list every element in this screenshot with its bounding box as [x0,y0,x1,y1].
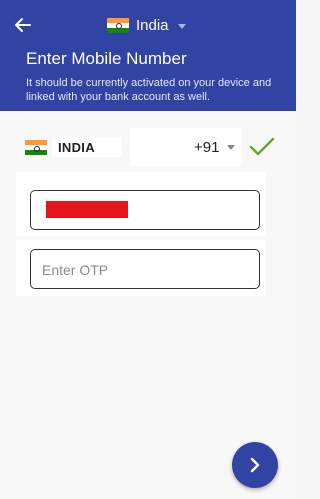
back-button[interactable] [10,12,36,38]
india-flag-icon [107,17,129,33]
page-subtitle: It should be currently activated on your… [26,77,272,103]
otp-placeholder: Enter OTP [42,262,109,278]
dial-code-select[interactable]: +91 [194,137,236,157]
dropdown-caret-icon [227,144,236,150]
redacted-number [46,201,128,218]
country-picker[interactable]: India [107,14,186,36]
dial-code: +91 [194,138,220,156]
country-code-row: INDIA +91 [0,128,296,166]
india-flag-icon [25,140,47,155]
otp-input[interactable]: Enter OTP [30,249,260,289]
page-title: Enter Mobile Number [26,49,187,68]
check-icon [249,137,275,156]
dropdown-caret-icon [177,23,186,29]
mobile-number-input[interactable] [30,190,260,230]
country-label: INDIA [52,137,122,157]
selected-country: India [136,16,169,34]
chevron-right-icon [250,457,260,473]
header: India Enter Mobile Number It should be c… [0,0,296,111]
app-screen: India Enter Mobile Number It should be c… [0,0,296,499]
next-button[interactable] [232,442,278,488]
back-arrow-icon [15,18,31,32]
